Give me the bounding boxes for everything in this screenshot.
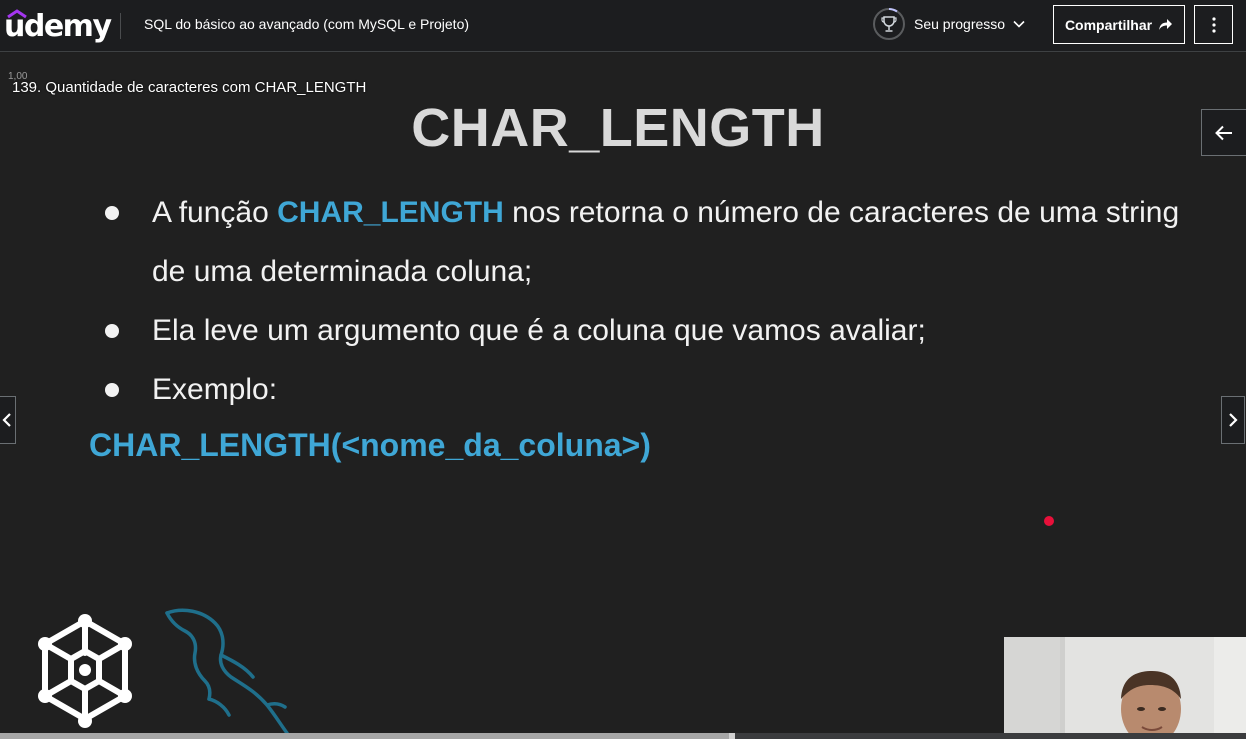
instructor-video-frame [1004, 637, 1246, 733]
mysql-dolphin-logo-icon [165, 608, 289, 733]
next-lecture-button[interactable] [1221, 396, 1245, 444]
course-title-link[interactable]: SQL do básico ao avançado (com MySQL e P… [144, 16, 469, 32]
slide-bullet: Ela leve um argumento que é a coluna que… [100, 301, 1200, 360]
slide-title: CHAR_LENGTH [411, 98, 825, 158]
bullet-highlight: CHAR_LENGTH [277, 196, 504, 229]
vertical-dots-icon [1211, 16, 1216, 33]
previous-lecture-button[interactable] [0, 396, 16, 444]
bullet-dot-icon [105, 383, 119, 397]
progress-dropdown[interactable]: Seu progresso [872, 6, 1025, 42]
slide-bullet: Exemplo: [100, 360, 1200, 419]
slide-bullet: A função CHAR_LENGTH nos retorna o númer… [100, 183, 1200, 301]
instructor-webcam [1004, 637, 1246, 733]
video-player[interactable]: 1,00 139. Quantidade de caracteres com C… [0, 53, 1246, 733]
progress-label: Seu progresso [914, 16, 1006, 32]
bullet-dot-icon [105, 206, 119, 220]
arrow-left-icon [1215, 125, 1232, 140]
trophy-progress-icon [873, 8, 905, 40]
chevron-left-icon [2, 413, 11, 427]
share-button[interactable]: Compartilhar [1053, 5, 1185, 44]
udemy-logo[interactable]: udemy [4, 6, 112, 46]
syntax-example: CHAR_LENGTH(<nome_da_coluna>) [89, 427, 651, 463]
header-divider [120, 13, 121, 39]
more-options-button[interactable] [1194, 5, 1233, 44]
lecture-title: 139. Quantidade de caracteres com CHAR_L… [12, 79, 367, 96]
udemy-hat-icon [7, 9, 27, 19]
slide-bullets: A função CHAR_LENGTH nos retorna o númer… [100, 183, 1200, 419]
chevron-down-icon [1013, 20, 1025, 28]
sidebar-toggle-button[interactable] [1201, 109, 1246, 156]
bullet-text: A função [152, 196, 278, 229]
bullet-text: Exemplo: [152, 373, 278, 406]
bullet-text: Ela leve um argumento que é a coluna que… [152, 314, 926, 347]
pointer-dot [1044, 516, 1054, 526]
share-button-label: Compartilhar [1064, 16, 1153, 33]
video-progress-fill [0, 733, 729, 739]
top-bar: udemy SQL do básico ao avançado (com MyS… [0, 0, 1246, 52]
bullet-dot-icon [105, 324, 119, 338]
share-arrow-icon [1159, 19, 1173, 30]
video-progress-bar[interactable] [0, 733, 1246, 739]
chevron-right-icon [1229, 413, 1238, 427]
hexagon-network-logo-icon [38, 614, 132, 728]
